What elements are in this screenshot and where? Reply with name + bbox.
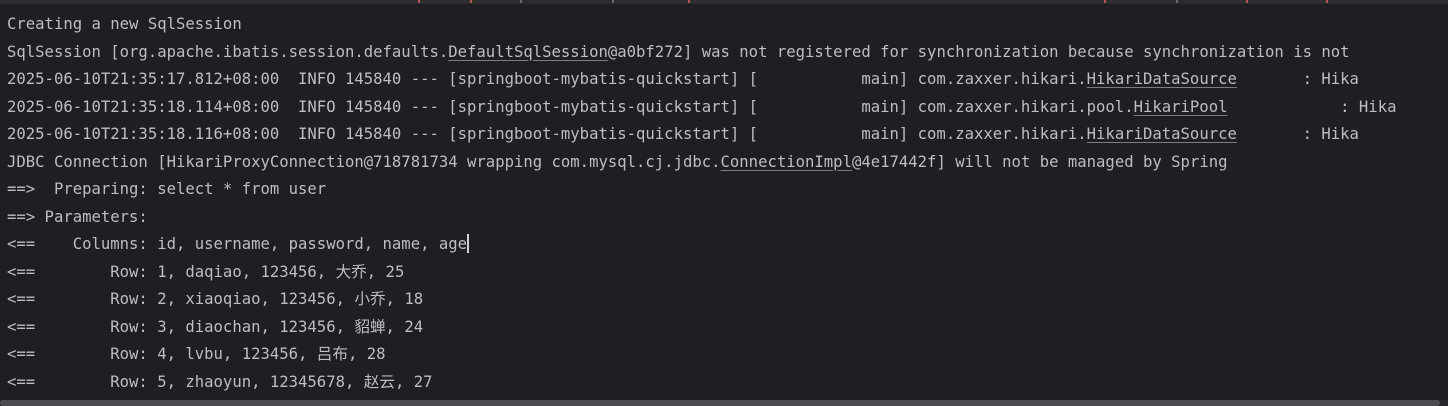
log-text: 2025-06-10T21:35:18.114+08:00 INFO 14584… [7, 97, 1134, 116]
log-line: ==> Preparing: select * from user [7, 176, 1448, 204]
log-line: JDBC Connection [HikariProxyConnection@7… [7, 149, 1448, 177]
log-text: @4e17442f] will not be managed by Spring [851, 152, 1228, 171]
log-text: SqlSession [org.apache.ibatis.session.de… [7, 42, 449, 61]
log-line: <== Row: 1, daqiao, 123456, 大乔, 25 [7, 259, 1448, 287]
console-output[interactable]: Creating a new SqlSession SqlSession [or… [0, 0, 1448, 406]
class-link[interactable]: HikariPool [1134, 98, 1228, 116]
clipped-previous-line [0, 0, 1448, 4]
log-text: <== Row: 3, diaochan, 123456, 貂蝉, 24 [7, 317, 424, 336]
log-text: ==> Parameters: [7, 207, 158, 226]
log-text: @a0bf272] was not registered for synchro… [607, 42, 1350, 61]
log-text: Creating a new SqlSession [7, 15, 242, 33]
log-line: <== Row: 3, diaochan, 123456, 貂蝉, 24 [7, 314, 1448, 342]
log-line: <== Row: 4, lvbu, 123456, 吕布, 28 [7, 341, 1448, 369]
class-link[interactable]: ConnectionImpl [721, 153, 852, 171]
log-line: <== Row: 2, xiaoqiao, 123456, 小乔, 18 [7, 286, 1448, 314]
log-line: 2025-06-10T21:35:18.116+08:00 INFO 14584… [7, 121, 1448, 149]
log-line: <== Columns: id, username, password, nam… [7, 231, 1448, 259]
log-text: : Hika [1236, 125, 1359, 143]
log-line: SqlSession [org.apache.ibatis.session.de… [7, 39, 1448, 67]
scrollbar-thumb[interactable] [0, 400, 1440, 406]
log-text: : Hika [1236, 70, 1359, 88]
log-text: 2025-06-10T21:35:17.812+08:00 INFO 14584… [7, 70, 1087, 88]
log-text: JDBC Connection [HikariProxyConnection@7… [7, 152, 721, 171]
log-text: <== Row: 2, xiaoqiao, 123456, 小乔, 18 [7, 290, 424, 308]
log-text: ==> Preparing: select * from user [7, 180, 327, 198]
horizontal-scrollbar[interactable] [0, 400, 1448, 406]
log-line: 2025-06-10T21:35:17.812+08:00 INFO 14584… [7, 66, 1448, 94]
class-link[interactable]: HikariDataSource [1087, 70, 1237, 88]
log-text: <== Columns: id, username, password, nam… [7, 235, 468, 253]
log-text: 2025-06-10T21:35:18.116+08:00 INFO 14584… [7, 125, 1087, 143]
log-text: <== Row: 5, zhaoyun, 12345678, 赵云, 27 [7, 372, 433, 391]
log-line: ==> Parameters: [7, 204, 1448, 232]
log-line: <== Row: 5, zhaoyun, 12345678, 赵云, 27 [7, 369, 1448, 397]
log-line: 2025-06-10T21:35:18.114+08:00 INFO 14584… [7, 94, 1448, 122]
log-text: : Hika [1227, 97, 1397, 116]
text-caret [467, 234, 469, 253]
log-lines: Creating a new SqlSession SqlSession [or… [7, 11, 1448, 396]
log-text: <== Row: 1, daqiao, 123456, 大乔, 25 [7, 262, 405, 281]
class-link[interactable]: HikariDataSource [1087, 125, 1237, 143]
log-text: <== Row: 4, lvbu, 123456, 吕布, 28 [7, 345, 386, 363]
log-line: Creating a new SqlSession [7, 11, 1448, 39]
class-link[interactable]: DefaultSqlSession [448, 43, 608, 61]
